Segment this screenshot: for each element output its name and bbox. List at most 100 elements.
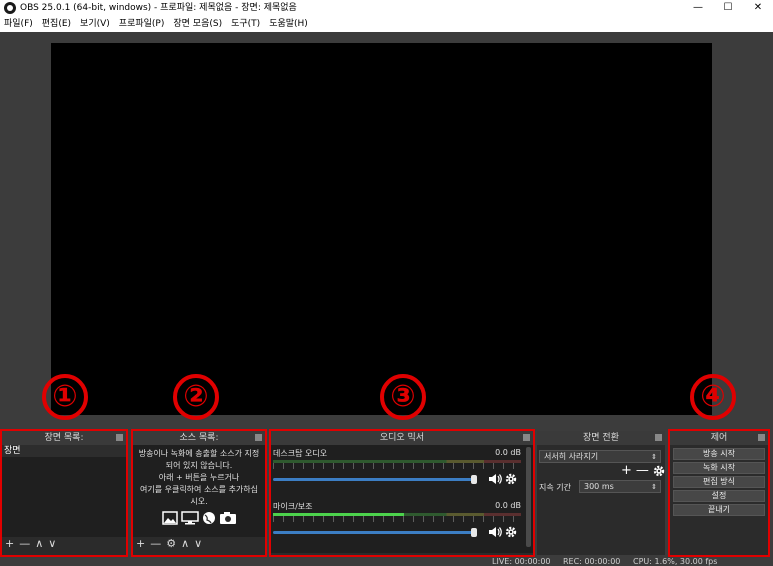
gear-icon[interactable] (505, 526, 517, 538)
globe-icon (202, 512, 215, 524)
source-empty-line-2: 되어 있지 않습니다. (165, 461, 233, 470)
studio-mode-button[interactable]: 편집 방식 (673, 476, 765, 488)
move-source-down-button[interactable]: ∨ (194, 537, 202, 551)
source-empty-line-1: 방송이나 녹화에 송출할 소스가 지정 (138, 449, 260, 458)
dock-float-icon[interactable] (116, 434, 123, 441)
menu-tools[interactable]: 도구(T) (231, 16, 260, 32)
menu-view[interactable]: 보기(V) (80, 16, 110, 32)
close-button[interactable]: ✕ (743, 0, 773, 16)
controls-buttons: 방송 시작 녹화 시작 편집 방식 설정 끝내기 (670, 445, 768, 516)
start-recording-button[interactable]: 녹화 시작 (673, 462, 765, 474)
controls-title: 제어 (710, 433, 728, 443)
sources-dock-title: 소스 목록: (133, 431, 265, 445)
add-transition-button[interactable]: + (621, 464, 632, 478)
audio-mixer-dock: 오디오 믹서 데스크탑 오디오 0.0 dB 마이크/보조 0.0 dB (269, 429, 535, 557)
source-type-icons (133, 511, 265, 525)
exit-button[interactable]: 끝내기 (673, 504, 765, 516)
menu-edit[interactable]: 편집(E) (42, 16, 71, 32)
track-db: 0.0 dB (495, 501, 521, 510)
annotation-3: ③ (380, 374, 426, 420)
duration-spinbox[interactable]: 300 ms ⇕ (579, 480, 661, 493)
track-name: 데스크탑 오디오 (273, 449, 328, 458)
dock-float-icon[interactable] (255, 434, 262, 441)
preview-canvas[interactable] (51, 43, 712, 415)
transitions-dock-title: 장면 전환 (537, 431, 665, 445)
meter-ticks (273, 516, 521, 522)
dock-float-icon[interactable] (523, 434, 530, 441)
menu-file[interactable]: 파일(F) (4, 16, 33, 32)
move-scene-up-button[interactable]: ∧ (35, 537, 43, 551)
volume-slider-track (273, 530, 477, 534)
dock-float-icon[interactable] (758, 434, 765, 441)
volume-slider-handle[interactable] (470, 527, 477, 537)
mixer-dock-title: 오디오 믹서 (271, 431, 533, 445)
speaker-icon[interactable] (488, 473, 502, 485)
add-scene-button[interactable]: + (5, 537, 14, 551)
menu-scene-collection[interactable]: 장면 모음(S) (173, 16, 222, 32)
remove-source-button[interactable]: — (150, 537, 161, 551)
chevron-updown-icon: ⇕ (651, 453, 657, 461)
sources-title: 소스 목록: (179, 433, 219, 443)
annotation-4: ④ (690, 374, 736, 420)
transition-select[interactable]: 서서히 사라지기 ⇕ (539, 450, 661, 463)
volume-slider[interactable] (273, 527, 485, 537)
image-icon (161, 511, 178, 525)
start-streaming-button[interactable]: 방송 시작 (673, 448, 765, 460)
scenes-title: 장면 목록: (44, 433, 84, 443)
meter-ticks (273, 463, 521, 469)
menu-profile[interactable]: 프로파일(P) (119, 16, 165, 32)
maximize-button[interactable]: ☐ (713, 0, 743, 16)
spin-arrows-icon[interactable]: ⇕ (651, 481, 657, 493)
window-title: OBS 25.0.1 (64-bit, windows) - 프로파일: 제목없… (20, 3, 297, 13)
track-name: 마이크/보조 (273, 502, 313, 511)
remove-scene-button[interactable]: — (19, 537, 30, 551)
move-source-up-button[interactable]: ∧ (181, 537, 189, 551)
mixer-title: 오디오 믹서 (379, 433, 425, 443)
speaker-icon[interactable] (488, 526, 502, 538)
volume-slider[interactable] (273, 474, 485, 484)
scenes-dock-title: 장면 목록: (2, 431, 126, 445)
transition-selected: 서서히 사라지기 (544, 452, 599, 461)
source-empty-line-3: 아래 + 버튼을 누르거나 (158, 473, 240, 482)
scenes-toolbar: + — ∧ ∨ (2, 537, 126, 551)
source-list[interactable]: 방송이나 녹화에 송출할 소스가 지정 되어 있지 않습니다. 아래 + 버튼을… (133, 445, 265, 537)
settings-button[interactable]: 설정 (673, 490, 765, 502)
track-db: 0.0 dB (495, 448, 521, 457)
mixer-scrollbar[interactable] (526, 447, 531, 547)
minimize-button[interactable]: — (683, 0, 713, 16)
mixer-track: 마이크/보조 0.0 dB (273, 501, 521, 538)
source-empty-line-4: 여기를 우클릭하여 소스를 추가하십 (139, 485, 259, 494)
camera-icon (219, 512, 236, 524)
annotation-1: ① (42, 374, 88, 420)
title-bar: OBS 25.0.1 (64-bit, windows) - 프로파일: 제목없… (0, 0, 773, 16)
menu-help[interactable]: 도움말(H) (269, 16, 308, 32)
move-scene-down-button[interactable]: ∨ (48, 537, 56, 551)
remove-transition-button[interactable]: — (636, 464, 649, 478)
scenes-dock: 장면 목록: 장면 + — ∧ ∨ (0, 429, 128, 557)
volume-slider-handle[interactable] (470, 474, 477, 484)
sources-dock: 소스 목록: 방송이나 녹화에 송출할 소스가 지정 되어 있지 않습니다. 아… (131, 429, 267, 557)
transition-toolbar: + — (621, 464, 665, 478)
sources-toolbar: + — ⚙ ∧ ∨ (133, 537, 265, 551)
transitions-dock: 장면 전환 서서히 사라지기 ⇕ + — 지속 기간 300 ms ⇕ (537, 431, 665, 555)
transitions-title: 장면 전환 (583, 433, 619, 443)
duration-value: 300 ms (584, 482, 614, 491)
controls-dock: 제어 방송 시작 녹화 시작 편집 방식 설정 끝내기 (668, 429, 770, 557)
source-properties-button[interactable]: ⚙ (166, 537, 176, 551)
gear-icon[interactable] (505, 473, 517, 485)
annotation-2: ② (173, 374, 219, 420)
controls-dock-title: 제어 (670, 431, 768, 445)
mixer-track: 데스크탑 오디오 0.0 dB (273, 448, 521, 485)
add-source-button[interactable]: + (136, 537, 145, 551)
monitor-icon (180, 511, 199, 525)
volume-slider-track (273, 477, 477, 481)
menu-bar: 파일(F) 편집(E) 보기(V) 프로파일(P) 장면 모음(S) 도구(T)… (0, 16, 773, 32)
scene-item[interactable]: 장면 (2, 445, 126, 457)
scene-list[interactable]: 장면 (2, 445, 126, 537)
dock-float-icon[interactable] (655, 434, 662, 441)
obs-logo-icon (4, 2, 16, 14)
mixer-track-list: 데스크탑 오디오 0.0 dB 마이크/보조 0.0 dB (271, 445, 533, 553)
source-empty-line-5: 시오. (190, 497, 208, 506)
gear-icon[interactable] (653, 465, 665, 477)
duration-label: 지속 기간 (539, 483, 571, 492)
